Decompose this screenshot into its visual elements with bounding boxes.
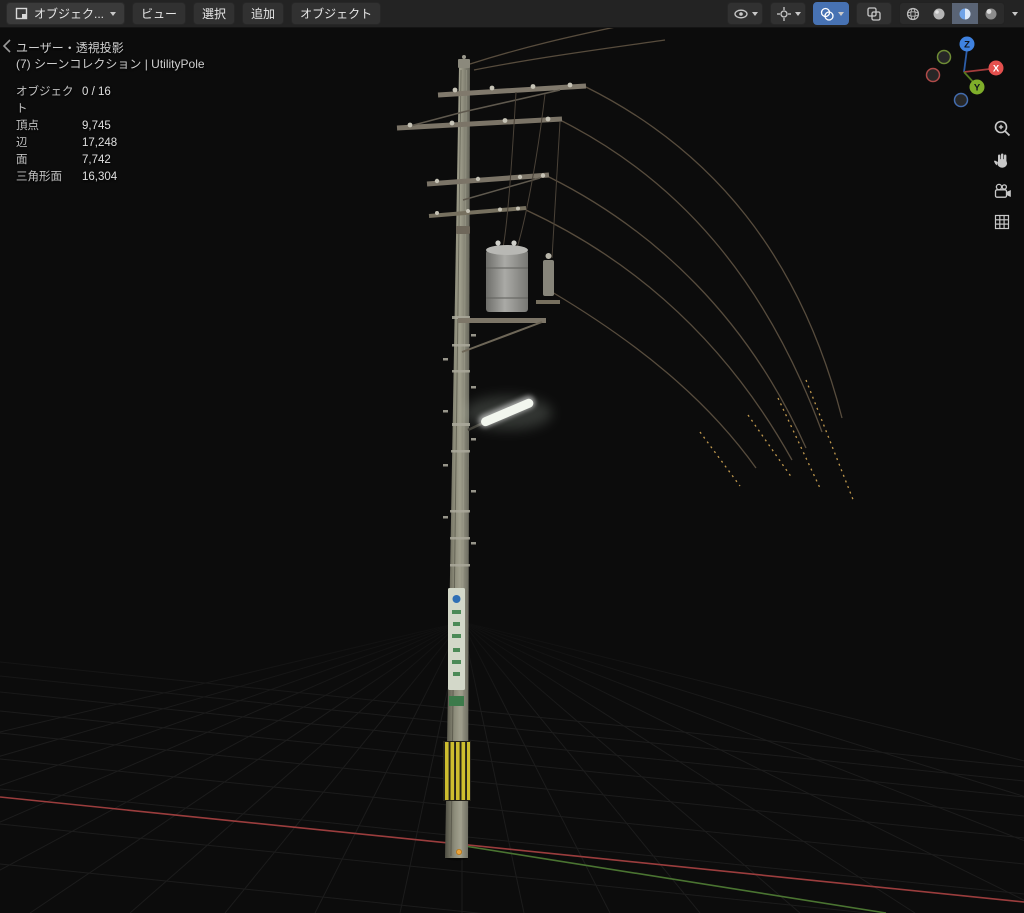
hazard-stripes bbox=[443, 741, 471, 801]
menu-view[interactable]: ビュー bbox=[132, 2, 186, 25]
grid-icon bbox=[992, 212, 1012, 232]
neg-y-axis-ball bbox=[938, 51, 951, 64]
neg-z-axis-ball bbox=[955, 94, 968, 107]
stat-row-triangles: 三角形面 16,304 bbox=[16, 169, 205, 186]
view-perspective-label: ユーザー・透視投影 bbox=[16, 40, 205, 56]
xray-toggle[interactable] bbox=[856, 2, 892, 25]
solid-sphere-icon bbox=[931, 6, 947, 22]
eye-icon bbox=[733, 6, 749, 22]
object-visibility-dropdown[interactable] bbox=[727, 2, 763, 25]
chevron-down-icon bbox=[838, 12, 844, 16]
shading-mode-group bbox=[899, 2, 1005, 25]
x-axis-stem bbox=[964, 69, 990, 72]
zoom-tool-button[interactable] bbox=[989, 115, 1015, 141]
overlays-icon bbox=[819, 6, 835, 22]
chevron-down-icon bbox=[752, 12, 758, 16]
x-axis-line bbox=[0, 797, 1024, 902]
street-light bbox=[464, 394, 552, 430]
rendered-sphere-icon bbox=[983, 6, 999, 22]
shading-solid-button[interactable] bbox=[926, 3, 952, 24]
grid-horizon-fade bbox=[0, 600, 1024, 715]
3d-viewport[interactable]: ユーザー・透視投影 (7) シーンコレクション | UtilityPole オブ… bbox=[0, 27, 1024, 913]
stat-row-faces: 面 7,742 bbox=[16, 152, 205, 169]
mode-selector-label: オブジェク... bbox=[34, 5, 104, 22]
overlays-dropdown[interactable] bbox=[813, 2, 849, 25]
active-object-breadcrumb: (7) シーンコレクション | UtilityPole bbox=[16, 56, 205, 72]
viewport-header: オブジェク... ビュー 選択 追加 オブジェクト bbox=[0, 0, 1024, 28]
power-line-glints bbox=[700, 380, 854, 502]
scene-statistics: オブジェクト 0 / 16 頂点 9,745 辺 17,248 面 7,742 … bbox=[16, 84, 205, 186]
gizmos-dropdown[interactable] bbox=[770, 2, 806, 25]
z-axis-stem bbox=[964, 49, 967, 72]
menu-object[interactable]: オブジェクト bbox=[291, 2, 381, 25]
hand-icon bbox=[992, 150, 1012, 170]
material-sphere-icon bbox=[957, 6, 973, 22]
viewport-text-overlay: ユーザー・透視投影 (7) シーンコレクション | UtilityPole オブ… bbox=[16, 40, 205, 186]
menu-select[interactable]: 選択 bbox=[193, 2, 235, 25]
shading-options-chevron[interactable] bbox=[1012, 12, 1018, 16]
x-axis-label: X bbox=[993, 64, 1000, 75]
insulators bbox=[408, 83, 573, 215]
stat-row-objects: オブジェクト 0 / 16 bbox=[16, 84, 205, 118]
menu-add[interactable]: 追加 bbox=[242, 2, 284, 25]
y-axis-label: Y bbox=[974, 83, 981, 94]
shading-rendered-button[interactable] bbox=[978, 3, 1004, 24]
sign-plate bbox=[448, 588, 465, 706]
mode-selector-dropdown[interactable]: オブジェク... bbox=[6, 2, 125, 25]
navigation-gizmo[interactable]: Z X Y bbox=[914, 33, 1014, 123]
pole-shaft bbox=[445, 67, 470, 858]
object-origin-dot bbox=[456, 849, 461, 854]
shading-material-button[interactable] bbox=[952, 3, 978, 24]
object-mode-icon bbox=[15, 7, 28, 20]
chevron-down-icon bbox=[795, 12, 801, 16]
zoom-icon bbox=[992, 118, 1012, 138]
z-axis-label: Z bbox=[964, 40, 970, 51]
stat-row-edges: 辺 17,248 bbox=[16, 135, 205, 152]
cross-arms bbox=[397, 55, 586, 258]
wireframe-sphere-icon bbox=[905, 6, 921, 22]
chevron-down-icon bbox=[110, 12, 116, 16]
neg-x-axis-ball bbox=[927, 69, 940, 82]
stat-row-vertices: 頂点 9,745 bbox=[16, 118, 205, 135]
gizmo-icon bbox=[776, 6, 792, 22]
sidebar-toggle[interactable] bbox=[2, 39, 12, 53]
shading-wireframe-button[interactable] bbox=[900, 3, 926, 24]
xray-icon bbox=[866, 6, 882, 22]
pan-tool-button[interactable] bbox=[989, 147, 1015, 173]
camera-view-button[interactable] bbox=[989, 178, 1015, 204]
toggle-orthographic-button[interactable] bbox=[989, 209, 1015, 235]
camera-icon bbox=[992, 181, 1012, 201]
